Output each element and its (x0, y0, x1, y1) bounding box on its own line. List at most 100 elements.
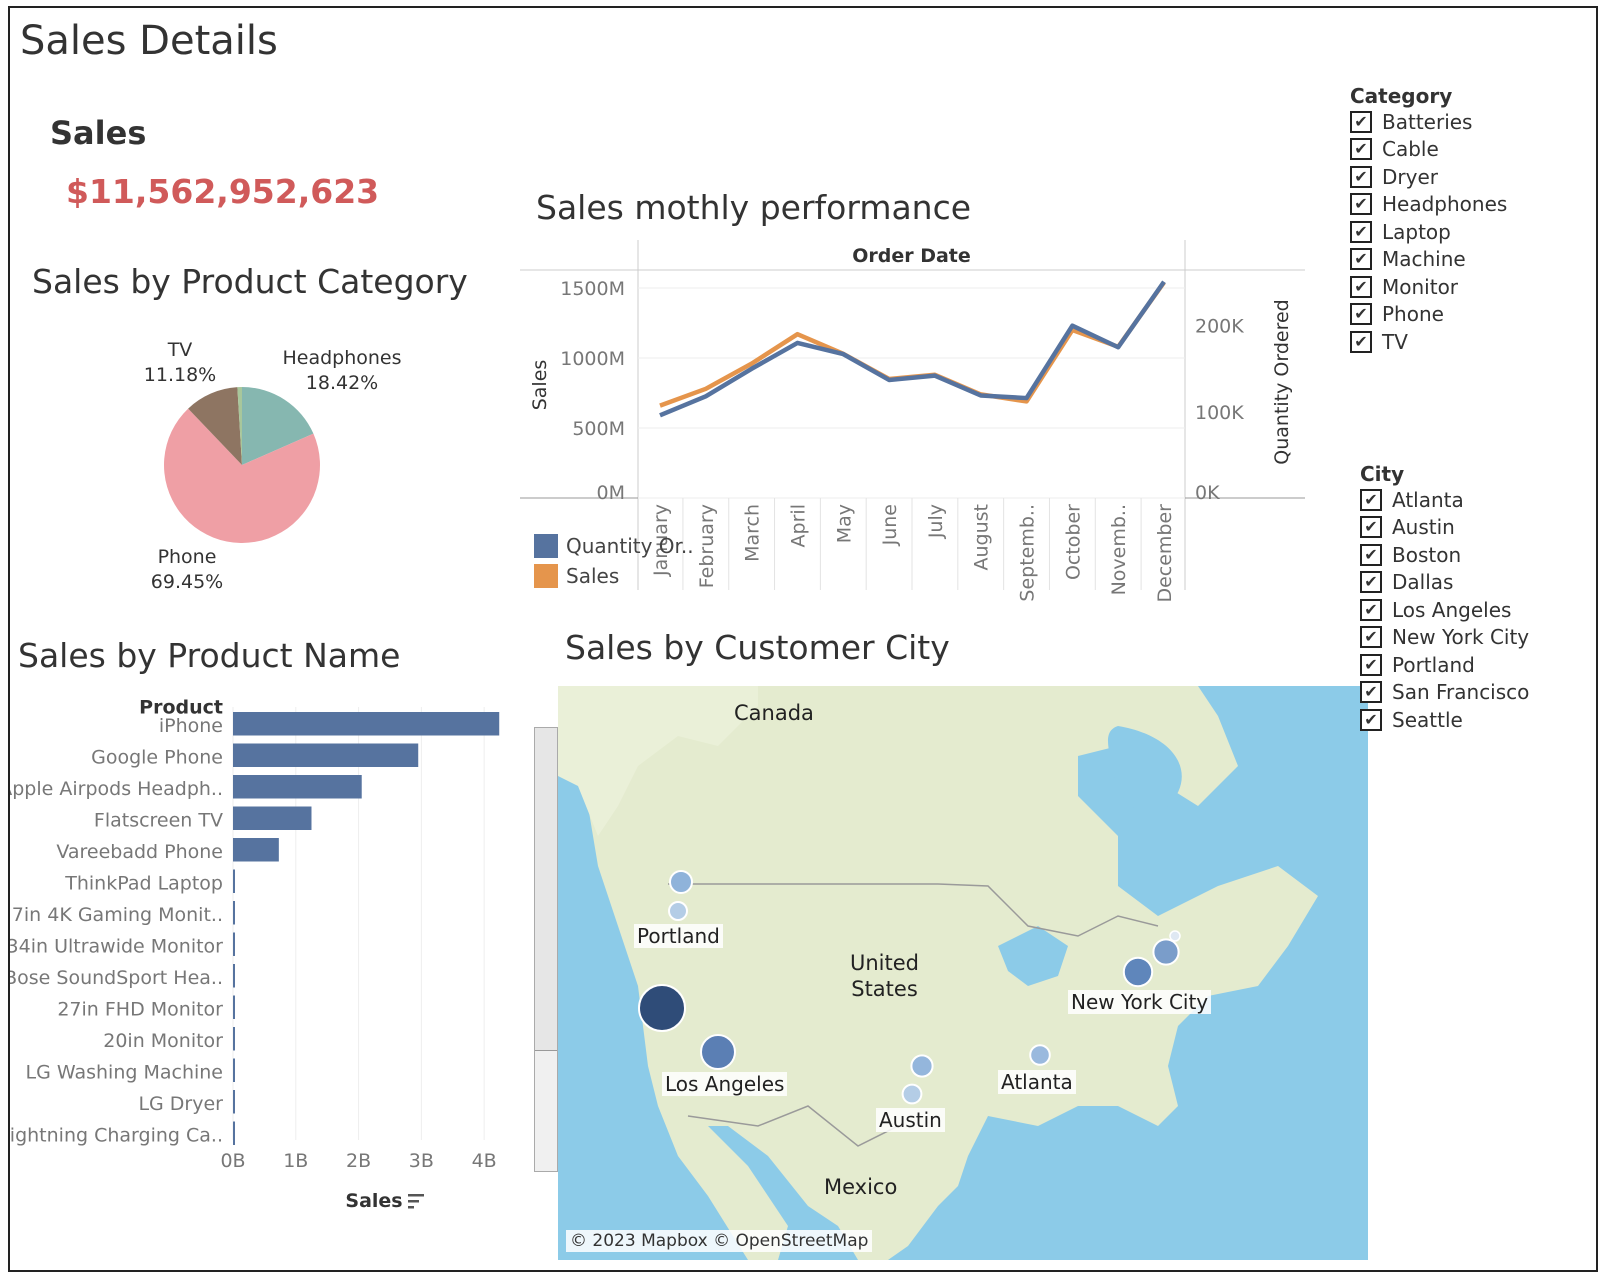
checkbox-checked-icon[interactable]: ✔ (1360, 598, 1382, 621)
bar[interactable] (233, 869, 235, 894)
city-marker[interactable] (1152, 938, 1180, 966)
city-marker[interactable] (901, 1083, 923, 1105)
legend-label: Sales (566, 564, 620, 588)
y-tick-label: 0M (597, 482, 625, 504)
checkbox-checked-icon[interactable]: ✔ (1360, 543, 1382, 566)
category-filter-item[interactable]: ✔ Headphones (1350, 191, 1507, 219)
category-filter-title: Category (1350, 84, 1453, 108)
checkbox-checked-icon[interactable]: ✔ (1360, 488, 1382, 511)
series-line-sales[interactable] (659, 281, 1166, 408)
category-filter-label: Dryer (1382, 164, 1438, 189)
map-title: Sales by Customer City (565, 628, 950, 667)
x-tick-label: 4B (472, 1150, 497, 1172)
city-marker[interactable] (1029, 1044, 1051, 1066)
category-filter-item[interactable]: ✔ Machine (1350, 246, 1507, 274)
x-tick-label: 2B (346, 1150, 371, 1172)
bar[interactable] (233, 1090, 235, 1114)
category-filter-label: Monitor (1382, 274, 1459, 299)
checkbox-checked-icon[interactable]: ✔ (1350, 330, 1372, 353)
checkbox-checked-icon[interactable]: ✔ (1350, 248, 1372, 271)
bar[interactable] (233, 964, 235, 988)
checkbox-checked-icon[interactable]: ✔ (1350, 193, 1372, 216)
city-filter-item[interactable]: ✔ Portland (1360, 651, 1529, 679)
category-filter-item[interactable]: ✔ TV (1350, 328, 1507, 356)
bar-category-label: LG Washing Machine (26, 1061, 223, 1083)
checkbox-checked-icon[interactable]: ✔ (1350, 275, 1372, 298)
checkbox-checked-icon[interactable]: ✔ (1350, 138, 1372, 161)
city-filter-item[interactable]: ✔ New York City (1360, 624, 1529, 652)
city-marker[interactable] (910, 1054, 934, 1078)
pie-chart-title: Sales by Product Category (32, 262, 468, 301)
bar-chart-scrollbar[interactable] (534, 727, 558, 1172)
bar[interactable] (233, 901, 235, 925)
legend-item-sales[interactable]: Sales (534, 561, 694, 591)
scrollbar-thumb[interactable] (535, 728, 557, 1051)
bar[interactable] (233, 1121, 235, 1146)
bar[interactable] (233, 806, 312, 831)
city-marker[interactable] (638, 984, 686, 1032)
city-filter-item[interactable]: ✔ Dallas (1360, 569, 1529, 597)
map-markers (638, 870, 1181, 1105)
x-tick-label: Septemb.. (1017, 504, 1039, 602)
bar[interactable] (233, 995, 235, 1020)
checkbox-checked-icon[interactable]: ✔ (1360, 708, 1382, 731)
category-filter-item[interactable]: ✔ Batteries (1350, 108, 1507, 136)
x-tick-label: 0B (220, 1150, 245, 1172)
x-tick-label: December (1154, 504, 1176, 603)
y-tick-label: 1000M (560, 348, 625, 370)
checkbox-checked-icon[interactable]: ✔ (1360, 653, 1382, 676)
map-view[interactable]: Canada United States Mexico Portland Los… (558, 686, 1368, 1260)
x-tick-label: May (833, 504, 855, 543)
kpi-label: Sales (50, 114, 147, 152)
bar[interactable] (233, 838, 279, 862)
category-filter-item[interactable]: ✔ Phone (1350, 301, 1507, 329)
bar[interactable] (233, 775, 362, 799)
map-label-atlanta: Atlanta (998, 1070, 1076, 1094)
bar[interactable] (233, 712, 500, 736)
city-marker[interactable] (669, 870, 693, 894)
city-marker[interactable] (668, 901, 688, 921)
city-marker[interactable] (1169, 930, 1181, 942)
city-filter-item[interactable]: ✔ Seattle (1360, 706, 1529, 734)
x-tick-label: August (971, 504, 993, 571)
category-filter-item[interactable]: ✔ Monitor (1350, 273, 1507, 301)
checkbox-checked-icon[interactable]: ✔ (1350, 220, 1372, 243)
line-legend: Quantity Or.. Sales (534, 531, 694, 591)
city-marker[interactable] (1122, 956, 1154, 988)
category-filter-item[interactable]: ✔ Cable (1350, 136, 1507, 164)
series-line-quantity[interactable] (659, 280, 1166, 418)
checkbox-checked-icon[interactable]: ✔ (1350, 165, 1372, 188)
checkbox-checked-icon[interactable]: ✔ (1360, 571, 1382, 594)
bar-chart[interactable]: Product0B 1B 2B 3B 4BiPhoneGoogle PhoneApple… (10, 695, 530, 1255)
checkbox-checked-icon[interactable]: ✔ (1350, 110, 1372, 133)
x-tick-label: October (1062, 504, 1084, 580)
x-tick-label: Novemb.. (1108, 504, 1130, 595)
bar[interactable] (233, 1058, 235, 1083)
city-filter-item[interactable]: ✔ Atlanta (1360, 486, 1529, 514)
y-tick-label: 1500M (560, 278, 625, 300)
city-marker[interactable] (700, 1034, 736, 1070)
sort-icon[interactable] (408, 1194, 424, 1209)
bar[interactable] (233, 1027, 235, 1051)
checkbox-checked-icon[interactable]: ✔ (1350, 303, 1372, 326)
city-filter-item[interactable]: ✔ Austin (1360, 514, 1529, 542)
line-chart-header: Order Date (852, 245, 971, 267)
checkbox-checked-icon[interactable]: ✔ (1360, 681, 1382, 704)
bar[interactable] (233, 743, 419, 768)
category-filter-item[interactable]: ✔ Laptop (1350, 218, 1507, 246)
city-filter-item[interactable]: ✔ Boston (1360, 541, 1529, 569)
bar-category-label: Apple Airpods Headph.. (10, 778, 223, 800)
city-filter-item[interactable]: ✔ San Francisco (1360, 679, 1529, 707)
bar[interactable] (233, 932, 235, 957)
category-filter: Category ✔ Batteries ✔ Cable ✔ Dryer ✔ Headphon… (1350, 84, 1507, 356)
pie-chart[interactable]: Headphones 18.42% Phone 69.45% TV 11.18% (140, 340, 500, 620)
checkbox-checked-icon[interactable]: ✔ (1360, 626, 1382, 649)
bar-chart-title: Sales by Product Name (18, 636, 401, 675)
category-filter-label: Headphones (1382, 192, 1508, 217)
checkbox-checked-icon[interactable]: ✔ (1360, 516, 1382, 539)
pie-label: TV (167, 340, 193, 361)
category-filter-item[interactable]: ✔ Dryer (1350, 163, 1507, 191)
legend-item-quantity[interactable]: Quantity Or.. (534, 531, 694, 561)
bar-category-label: ThinkPad Laptop (64, 872, 223, 894)
city-filter-item[interactable]: ✔ Los Angeles (1360, 596, 1529, 624)
